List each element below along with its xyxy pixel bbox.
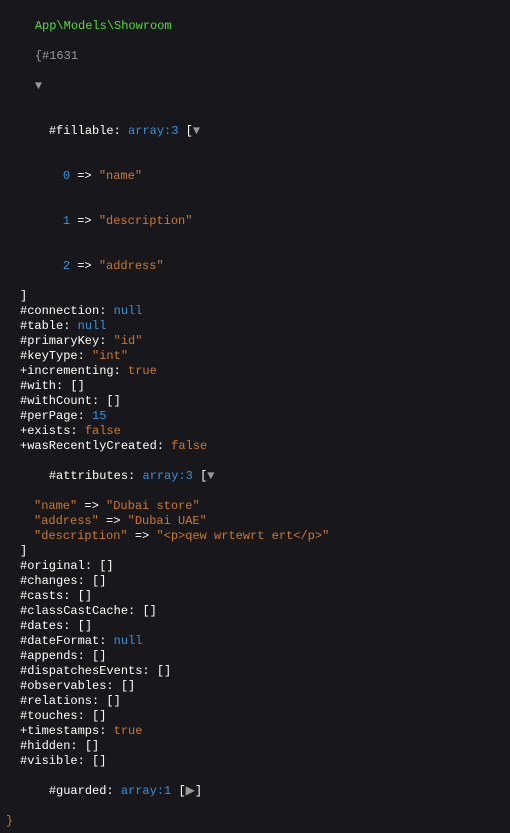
prop-hidden: #hidden: []	[6, 739, 504, 754]
prop-relations: #relations: []	[6, 694, 504, 709]
prop-keytype: #keyType: "int"	[6, 349, 504, 364]
prop-changes: #changes: []	[6, 574, 504, 589]
attributes-item: "address" => "Dubai UAE"	[6, 514, 504, 529]
var-dump-root: App\Models\Showroom {#1631 ▼ #fillable: …	[0, 0, 510, 833]
prop-fillable[interactable]: #fillable: array:3 [▼	[6, 109, 504, 154]
prop-visible: #visible: []	[6, 754, 504, 769]
prop-attributes[interactable]: #attributes: array:3 [▼	[6, 454, 504, 499]
prop-touches: #touches: []	[6, 709, 504, 724]
fillable-close: ]	[6, 289, 504, 304]
prop-connection: #connection: null	[6, 304, 504, 319]
prop-observables: #observables: []	[6, 679, 504, 694]
fillable-item: 1 => "description"	[6, 199, 504, 244]
prop-dispatchesevents: #dispatchesEvents: []	[6, 664, 504, 679]
prop-classcastcache: #classCastCache: []	[6, 604, 504, 619]
prop-with: #with: []	[6, 379, 504, 394]
chevron-down-icon[interactable]: ▼	[207, 469, 214, 483]
prop-table: #table: null	[6, 319, 504, 334]
fillable-item: 0 => "name"	[6, 154, 504, 199]
class-name: App\Models\Showroom	[35, 19, 172, 33]
object-ref: {#1631	[35, 49, 78, 63]
prop-wasrecentlycreated: +wasRecentlyCreated: false	[6, 439, 504, 454]
chevron-down-icon[interactable]: ▼	[35, 79, 42, 93]
prop-dateformat: #dateFormat: null	[6, 634, 504, 649]
prop-withcount: #withCount: []	[6, 394, 504, 409]
chevron-right-icon[interactable]: ▶	[186, 784, 195, 798]
attributes-item: "name" => "Dubai store"	[6, 499, 504, 514]
object-header[interactable]: App\Models\Showroom {#1631 ▼	[6, 4, 504, 109]
prop-perpage: #perPage: 15	[6, 409, 504, 424]
fillable-item: 2 => "address"	[6, 244, 504, 289]
prop-guarded[interactable]: #guarded: array:1 [▶]	[6, 769, 504, 814]
object-closer: }	[6, 814, 504, 829]
prop-original: #original: []	[6, 559, 504, 574]
attributes-item: "description" => "<p>qew wrtewrt ert</p>…	[6, 529, 504, 544]
attributes-close: ]	[6, 544, 504, 559]
chevron-down-icon[interactable]: ▼	[193, 124, 200, 138]
prop-primarykey: #primaryKey: "id"	[6, 334, 504, 349]
prop-casts: #casts: []	[6, 589, 504, 604]
prop-timestamps: +timestamps: true	[6, 724, 504, 739]
prop-appends: #appends: []	[6, 649, 504, 664]
prop-incrementing: +incrementing: true	[6, 364, 504, 379]
prop-dates: #dates: []	[6, 619, 504, 634]
prop-exists: +exists: false	[6, 424, 504, 439]
